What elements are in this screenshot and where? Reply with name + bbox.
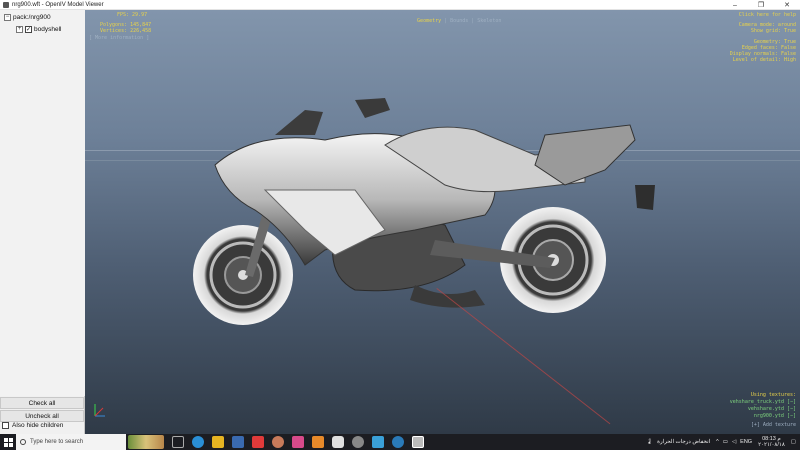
also-hide-children-option[interactable]: Also hide children [2, 422, 63, 429]
file-explorer-icon[interactable] [212, 436, 224, 448]
app-icon[interactable] [332, 436, 344, 448]
model-tree-panel: − pack:/nrg900 + ✓ bodyshell Check all U… [0, 10, 85, 434]
taskbar-search-box[interactable]: Type here to search [16, 434, 126, 450]
using-textures-label: Using textures: [750, 392, 796, 398]
texture-item[interactable]: vehshare_truck.ytd [−] [730, 399, 796, 405]
title-bar: nrg900.wft - OpenIV Model Viewer – ❐ ✕ [0, 0, 800, 10]
vlc-icon[interactable] [312, 436, 324, 448]
more-information-link[interactable]: [ More information ] [89, 35, 149, 41]
mirror [355, 98, 390, 118]
collapse-icon[interactable]: − [4, 13, 11, 21]
show-hidden-icons-icon[interactable]: ^ [716, 439, 719, 445]
language-indicator[interactable]: ENG [740, 439, 752, 445]
network-icon[interactable]: ▭ [723, 439, 728, 445]
openiv-app-icon [3, 1, 9, 8]
app-icon[interactable] [272, 436, 284, 448]
help-link[interactable]: Click here for help [739, 12, 796, 18]
front-wheel [193, 225, 293, 325]
notification-icon[interactable]: ▢ [791, 439, 796, 445]
window-controls: – ❐ ✕ [722, 0, 800, 10]
mode-skeleton[interactable]: Skeleton [477, 18, 501, 24]
motorcycle-model[interactable] [185, 90, 665, 330]
weather-text[interactable]: انخفاض درجات الحرارة [657, 439, 710, 445]
steam-icon[interactable] [352, 436, 364, 448]
model-viewport[interactable]: FPS: 29.97 Polygons: 145,847 Vertices: 2… [85, 10, 800, 434]
uncheck-all-button[interactable]: Uncheck all [0, 410, 84, 422]
edge-browser-icon[interactable] [192, 436, 204, 448]
search-icon [20, 439, 26, 445]
mode-separator: | [441, 18, 451, 24]
check-all-button[interactable]: Check all [0, 397, 84, 409]
temperature-icon: 🌡 [646, 439, 654, 445]
texture-item[interactable]: vehshare.ytd [−] [748, 406, 796, 412]
close-button[interactable]: ✕ [774, 0, 800, 10]
tree-item-bodyshell[interactable]: + ✓ bodyshell [16, 24, 61, 34]
app-icon[interactable] [232, 436, 244, 448]
windows-taskbar: Type here to search 🌡 انخفاض درجات الحرا… [0, 434, 800, 450]
texture-item[interactable]: nrg900.ytd [−] [754, 413, 796, 419]
add-texture-button[interactable]: [+] Add texture [751, 422, 796, 428]
clock[interactable]: 08:13 م ٢٠٢١/٠٨/١٨ [758, 436, 785, 448]
maximize-button[interactable]: ❐ [748, 0, 774, 10]
mode-bounds[interactable]: Bounds [450, 18, 468, 24]
task-view-icon[interactable] [172, 436, 184, 448]
axis-gizmo-icon [94, 404, 105, 417]
openiv-icon[interactable] [412, 436, 424, 448]
bodyshell-checkbox[interactable]: ✓ [25, 25, 32, 33]
tree-root[interactable]: − pack:/nrg900 [4, 12, 51, 22]
fps-readout: FPS: 29.97 [117, 12, 148, 18]
window-title: nrg900.wft - OpenIV Model Viewer [12, 1, 104, 8]
system-tray: 🌡 انخفاض درجات الحرارة ^ ▭ ◁ ENG 08:13 م… [646, 434, 800, 450]
minimize-button[interactable]: – [722, 0, 748, 10]
volume-icon[interactable]: ◁ [732, 439, 736, 445]
license-plate-holder [635, 185, 655, 210]
also-hide-children-checkbox[interactable] [2, 422, 9, 429]
app-icon[interactable] [372, 436, 384, 448]
app-icon[interactable] [292, 436, 304, 448]
vertices-readout: Vertices: 226,458 [100, 28, 152, 34]
search-highlights-image[interactable] [128, 435, 164, 449]
windows-logo-icon [3, 437, 13, 447]
youtube-icon[interactable] [252, 436, 264, 448]
mode-geometry[interactable]: Geometry [417, 18, 441, 24]
start-button[interactable] [0, 434, 16, 450]
tree-item-label: bodyshell [34, 25, 62, 33]
level-of-detail-toggle[interactable]: Level of detail: High [733, 57, 796, 63]
mode-separator: | [468, 18, 478, 24]
tree-root-label: pack:/nrg900 [13, 13, 51, 21]
show-grid-toggle[interactable]: Show grid: True [751, 28, 796, 34]
date-text: ٢٠٢١/٠٨/١٨ [758, 442, 785, 448]
search-placeholder: Type here to search [30, 439, 84, 445]
windscreen [275, 110, 323, 135]
also-hide-children-label: Also hide children [12, 422, 64, 429]
model-tree: − pack:/nrg900 + ✓ bodyshell [0, 10, 85, 396]
expand-icon[interactable]: + [16, 25, 23, 33]
render-mode-selector: Geometry | Bounds | Skeleton [405, 12, 501, 30]
edge-icon[interactable] [392, 436, 404, 448]
